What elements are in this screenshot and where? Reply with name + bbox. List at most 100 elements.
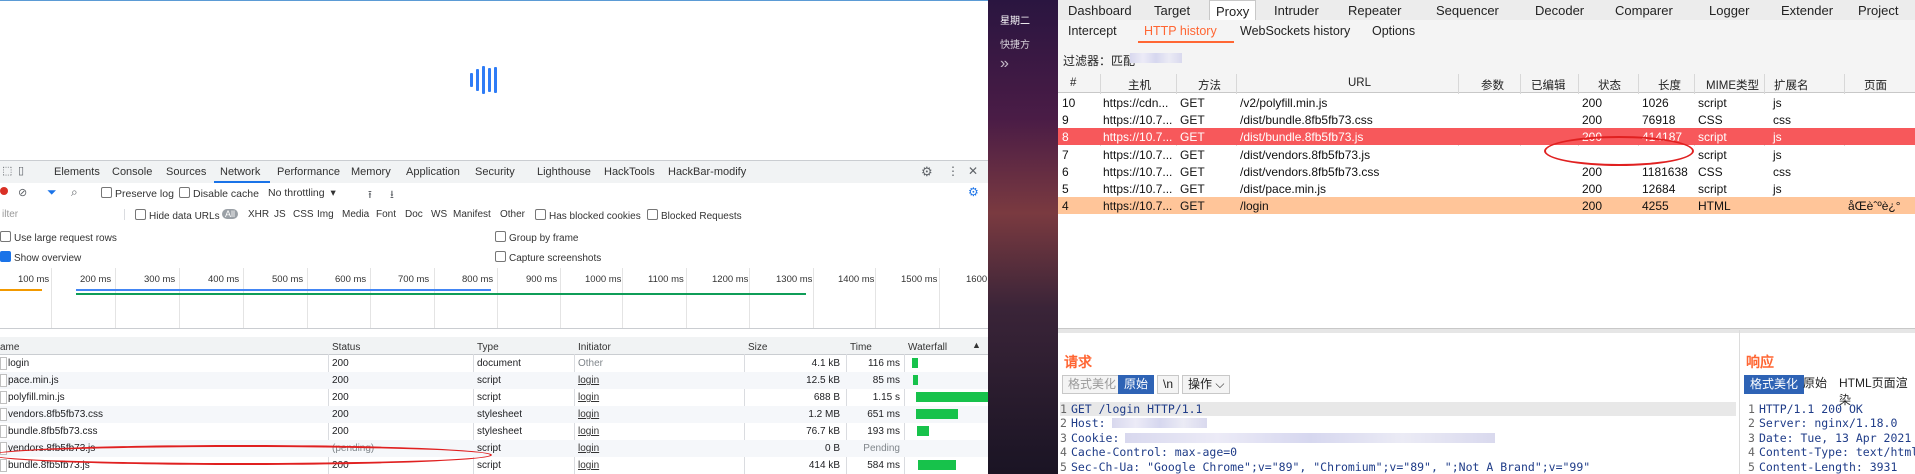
col-type[interactable]: Type (477, 342, 499, 353)
filter-ws[interactable]: WS (431, 209, 447, 220)
record-icon[interactable] (0, 187, 8, 195)
filter-icon[interactable]: ⏷ (47, 185, 57, 200)
history-row[interactable]: 10 https://cdn... GET/v2/polyfill.min.js 20… (1058, 94, 1915, 111)
throttling-select[interactable]: No throttling ▾ (268, 187, 336, 199)
response-render-button[interactable]: HTML页面渲染 (1834, 375, 1915, 407)
tab-sources[interactable]: Sources (166, 166, 206, 178)
tab-application[interactable]: Application (406, 166, 460, 178)
col-size[interactable]: Size (748, 342, 767, 353)
history-row[interactable]: 5 https://10.7... GET/dist/pace.min.js 200 1… (1058, 180, 1915, 197)
request-row[interactable]: bundle.8fb5fb73.css 200 stylesheet login 76.… (0, 423, 988, 440)
col-waterfall[interactable]: Waterfall (908, 342, 947, 353)
request-row[interactable]: vendors.8fb5fb73.css 200 stylesheet login 1.… (0, 406, 988, 423)
filter-doc[interactable]: Doc (405, 209, 423, 220)
col-extension[interactable]: 扩展名 (1774, 77, 1809, 93)
filter-all-pill[interactable]: All (222, 209, 239, 219)
request-initiator[interactable]: login (578, 426, 599, 437)
filter-manifest[interactable]: Manifest (453, 209, 491, 220)
request-initiator[interactable]: login (578, 409, 599, 420)
filter-xhr[interactable]: XHR (248, 209, 269, 220)
tab-target[interactable]: Target (1154, 3, 1190, 18)
newline-toggle-button[interactable]: \n (1157, 375, 1180, 394)
pretty-button[interactable]: 格式美化 (1062, 375, 1123, 394)
export-har-icon[interactable]: ⭳ (390, 186, 394, 205)
hide-data-urls-checkbox[interactable]: Hide data URLs (135, 209, 220, 222)
filter-css[interactable]: CSS (293, 209, 314, 220)
clear-icon[interactable]: ⊘ (18, 186, 27, 199)
device-toolbar-icon[interactable]: ▯ (18, 164, 24, 177)
tab-options[interactable]: Options (1372, 24, 1415, 38)
col-method[interactable]: 方法 (1198, 77, 1221, 93)
col-length[interactable]: 长度 (1658, 77, 1681, 93)
tab-proxy[interactable]: Proxy (1209, 0, 1257, 21)
filter-js[interactable]: JS (274, 209, 286, 220)
tab-comparer[interactable]: Comparer (1615, 3, 1673, 18)
filter-media[interactable]: Media (342, 209, 369, 220)
filter-img[interactable]: Img (317, 209, 334, 220)
tab-memory[interactable]: Memory (351, 166, 391, 178)
tab-decoder[interactable]: Decoder (1535, 3, 1584, 18)
tab-extender[interactable]: Extender (1781, 3, 1833, 18)
tab-lighthouse[interactable]: Lighthouse (537, 166, 591, 178)
raw-button[interactable]: 原始 (1118, 375, 1155, 394)
capture-screenshots-checkbox[interactable]: Capture screenshots (495, 251, 601, 264)
tab-network[interactable]: Network (220, 166, 260, 178)
tab-elements[interactable]: Elements (54, 166, 100, 178)
show-overview-checkbox[interactable]: Show overview (0, 251, 81, 264)
request-initiator[interactable]: login (578, 460, 599, 471)
history-row[interactable]: 9 https://10.7... GET/dist/bundle.8fb5fb73… (1058, 111, 1915, 129)
col-host[interactable]: 主机 (1128, 77, 1151, 93)
history-filter-bar[interactable]: 过滤器：匹配 (1058, 44, 1915, 75)
blocked-requests-checkbox[interactable]: Blocked Requests (647, 209, 742, 222)
request-initiator[interactable]: login (578, 392, 599, 403)
tab-intercept[interactable]: Intercept (1068, 24, 1117, 38)
group-by-frame-checkbox[interactable]: Group by frame (495, 231, 578, 244)
tab-repeater[interactable]: Repeater (1348, 3, 1401, 18)
gear-icon[interactable]: ⚙ (921, 164, 933, 180)
col-time[interactable]: Time (850, 342, 872, 353)
tab-performance[interactable]: Performance (277, 166, 340, 178)
response-raw-button[interactable]: 原始 (1798, 375, 1832, 392)
col-params[interactable]: 参数 (1481, 77, 1504, 93)
filter-input[interactable]: ilter (2, 209, 125, 220)
more-options-icon[interactable]: ⋮ (947, 164, 959, 178)
tab-http-history[interactable]: HTTP history (1144, 24, 1217, 38)
tab-dashboard[interactable]: Dashboard (1068, 3, 1132, 18)
history-row[interactable]: 8 https://10.7... GET/dist/bundle.8fb5fb73… (1058, 128, 1915, 146)
tab-console[interactable]: Console (112, 166, 152, 178)
request-row[interactable]: pace.min.js 200 script login 12.5 kB 85 ms (0, 372, 988, 389)
preserve-log-checkbox[interactable]: Preserve log (101, 187, 174, 200)
history-row[interactable]: 7 https://10.7... GET/dist/vendors.8fb5fb7… (1058, 145, 1915, 163)
col-number[interactable]: # (1070, 77, 1076, 89)
close-icon[interactable]: ✕ (968, 164, 978, 178)
col-name[interactable]: ame (0, 342, 19, 353)
tab-intruder[interactable]: Intruder (1274, 3, 1319, 18)
network-settings-icon[interactable]: ⚙ (968, 185, 979, 199)
tab-websockets-history[interactable]: WebSockets history (1240, 24, 1350, 38)
search-icon[interactable]: ⌕ (71, 185, 78, 200)
col-title[interactable]: 页面 (1864, 77, 1887, 93)
response-pretty-button[interactable]: 格式美化 (1744, 375, 1805, 394)
filter-other[interactable]: Other (500, 209, 525, 220)
request-row[interactable]: polyfill.min.js 200 script login 688 B 1.15 s (0, 389, 988, 406)
col-initiator[interactable]: Initiator (578, 342, 611, 353)
overview-timeline[interactable]: 100 ms 200 ms 300 ms 400 ms 500 ms 600 m… (0, 268, 988, 329)
has-blocked-cookies-checkbox[interactable]: Has blocked cookies (535, 209, 641, 222)
request-initiator[interactable]: login (578, 443, 599, 454)
tab-security[interactable]: Security (475, 166, 515, 178)
tab-hacktools[interactable]: HackTools (604, 166, 655, 178)
tab-hackbar-modify[interactable]: HackBar-modify (668, 166, 746, 178)
filter-font[interactable]: Font (376, 209, 396, 220)
request-initiator[interactable]: login (578, 375, 599, 386)
history-row[interactable]: 6 https://10.7... GET/dist/vendors.8fb5fb7… (1058, 162, 1915, 180)
col-url[interactable]: URL (1348, 77, 1371, 89)
tab-sequencer[interactable]: Sequencer (1436, 3, 1499, 18)
col-status[interactable]: 状态 (1598, 77, 1621, 93)
pane-splitter[interactable] (1058, 328, 1915, 333)
col-edited[interactable]: 已编辑 (1531, 77, 1566, 93)
large-rows-checkbox[interactable]: Use large request rows (0, 231, 117, 244)
inspect-element-icon[interactable]: ⬚ (2, 164, 12, 177)
col-status[interactable]: Status (332, 342, 360, 353)
history-row[interactable]: 4 https://10.7... GET/login 200 4255 HTML åŒ­è… (1058, 197, 1915, 215)
tab-logger[interactable]: Logger (1709, 3, 1749, 18)
